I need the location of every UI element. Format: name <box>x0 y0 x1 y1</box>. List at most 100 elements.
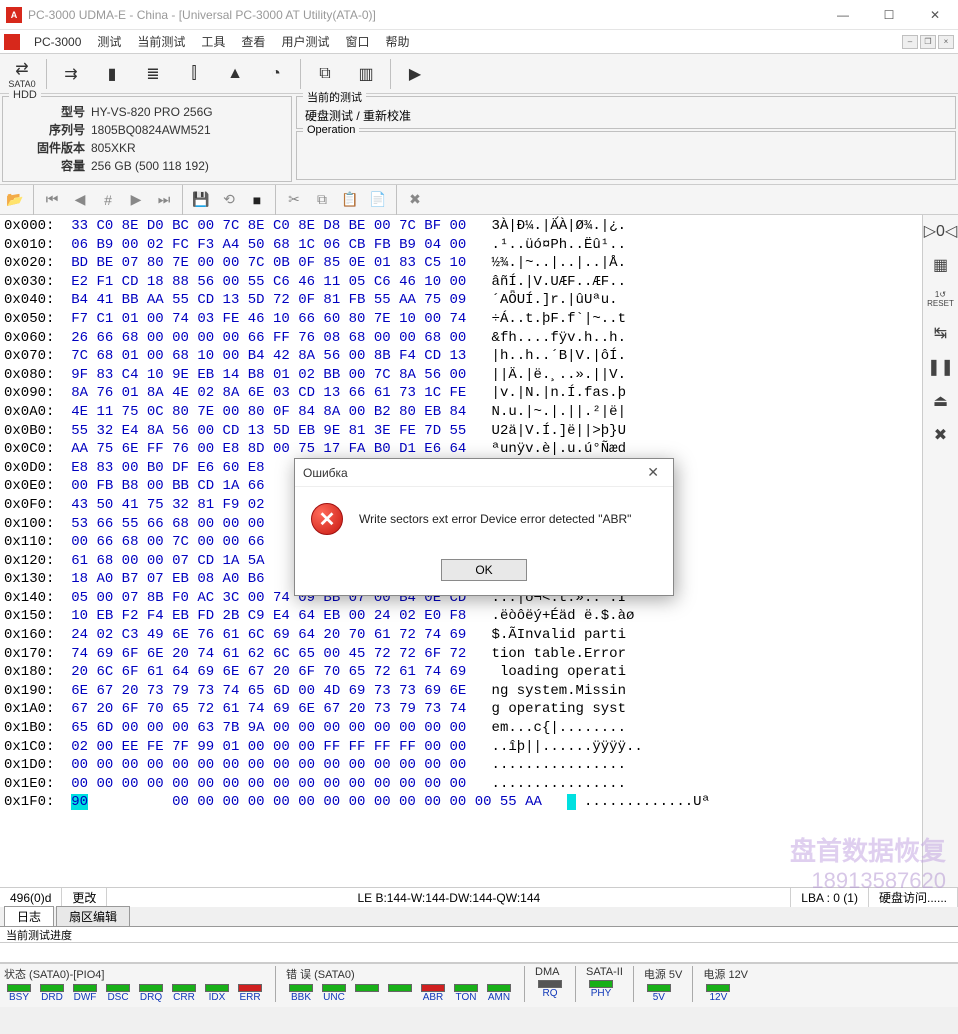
save-icon[interactable]: 💾 <box>188 187 214 213</box>
led-blank <box>385 984 415 1003</box>
led-BSY: BSY <box>4 984 34 1003</box>
hdd-serial: 1805BQ0824AWM521 <box>91 121 211 139</box>
current-test-value: 硬盘测试 / 重新校准 <box>305 101 947 124</box>
tool-icon-1[interactable]: ⇉ <box>51 56 91 92</box>
state-group: 状态 (SATA0)-[PIO4] BSYDRDDWFDSCDRQCRRIDXE… <box>4 966 265 1003</box>
sata-port-button[interactable]: ⇄SATA0 <box>2 56 42 92</box>
menu-tools[interactable]: 工具 <box>193 33 233 50</box>
progress-label: 当前测试进度 <box>0 927 958 943</box>
led-BBK: BBK <box>286 984 316 1003</box>
error-icon: ✕ <box>311 503 343 535</box>
stop-icon[interactable]: ■ <box>244 187 270 213</box>
mdi-restore[interactable]: ❐ <box>920 35 936 49</box>
led-12V: 12V <box>703 984 733 1003</box>
next-icon[interactable]: ▶ <box>123 187 149 213</box>
side-reset-icon[interactable]: 1↺RESET <box>927 287 955 311</box>
copy-icon[interactable]: ⧉ <box>305 56 345 92</box>
hex-status-bar: 496(0)d 更改 LE B:144-W:144-DW:144-QW:144 … <box>0 887 958 907</box>
status-offset: 496(0)d <box>0 888 62 907</box>
led-DRD: DRD <box>37 984 67 1003</box>
tab-sector-edit[interactable]: 扇区编辑 <box>56 906 130 926</box>
led-RQ: RQ <box>535 980 565 999</box>
current-test-box: 当前的测试 硬盘测试 / 重新校准 <box>296 96 956 129</box>
tools-icon[interactable]: ✖ <box>402 187 428 213</box>
side-skip-icon[interactable]: ▷0◁ <box>927 219 955 243</box>
last-icon[interactable]: ⏭ <box>151 187 177 213</box>
reload-icon[interactable]: ⟲ <box>216 187 242 213</box>
goto-icon[interactable]: # <box>95 187 121 213</box>
close-button[interactable]: ✕ <box>912 0 958 30</box>
chart-icon[interactable]: ⫿ <box>174 56 214 92</box>
ok-button[interactable]: OK <box>441 559 527 581</box>
hdd-capacity: 256 GB (500 118 192) <box>91 157 209 175</box>
prev-icon[interactable]: ◀ <box>67 187 93 213</box>
mdi-minimize[interactable]: – <box>902 35 918 49</box>
led-DRQ: DRQ <box>136 984 166 1003</box>
menu-help[interactable]: 帮助 <box>377 33 417 50</box>
open-icon[interactable]: 📂 <box>2 187 28 213</box>
bottom-tabs: 日志 扇区编辑 <box>0 907 958 927</box>
doc-icon[interactable]: 📄 <box>365 187 391 213</box>
power5v-group: 电源 5V 5V <box>644 966 683 1003</box>
error-group: 错 误 (SATA0) BBKUNCABRTONAMN <box>286 966 514 1003</box>
main-toolbar: ⇄SATA0 ⇉ ▮ ≣ ⫿ ▲ ◔ ⧉ ▥ ▶ <box>0 54 958 94</box>
menu-window[interactable]: 窗口 <box>337 33 377 50</box>
power12v-group: 电源 12V 12V <box>703 966 748 1003</box>
led-DWF: DWF <box>70 984 100 1003</box>
side-wrench-icon[interactable]: ✖ <box>927 423 955 447</box>
led-IDX: IDX <box>202 984 232 1003</box>
window-title: PC-3000 UDMA-E - China - [Universal PC-3… <box>28 8 820 22</box>
led-blank <box>352 984 382 1003</box>
hdd-firmware: 805XKR <box>91 139 136 157</box>
menu-user-test[interactable]: 用户测试 <box>273 33 337 50</box>
menubar: PC-3000 测试 当前测试 工具 查看 用户测试 窗口 帮助 – ❐ × <box>0 30 958 54</box>
side-ruler-icon[interactable]: ↹ <box>927 321 955 345</box>
sataii-group: SATA-II PHY <box>586 966 623 999</box>
led-PHY: PHY <box>586 980 616 999</box>
led-UNC: UNC <box>319 984 349 1003</box>
led-TON: TON <box>451 984 481 1003</box>
paste-icon[interactable]: 📋 <box>337 187 363 213</box>
side-eject-icon[interactable]: ⏏ <box>927 389 955 413</box>
operation-box: Operation <box>296 131 956 180</box>
hdd-info-box: HDD 型号HY-VS-820 PRO 256G 序列号1805BQ0824AW… <box>2 96 292 182</box>
led-AMN: AMN <box>484 984 514 1003</box>
copy2-icon[interactable]: ⧉ <box>309 187 335 213</box>
tab-log[interactable]: 日志 <box>4 906 54 926</box>
play-icon[interactable]: ▶ <box>395 56 435 92</box>
minimize-button[interactable]: — <box>820 0 866 30</box>
led-status-bar: 状态 (SATA0)-[PIO4] BSYDRDDWFDSCDRQCRRIDXE… <box>0 963 958 1007</box>
hex-toolbar: 📂 ⏮ ◀ # ▶ ⏭ 💾 ⟲ ■ ✂ ⧉ 📋 📄 ✖ <box>0 185 958 215</box>
status-access: 硬盘访问...... <box>869 888 958 907</box>
dialog-titlebar[interactable]: Ошибка ✕ <box>295 459 673 487</box>
app-icon-small <box>4 34 20 50</box>
barcode-icon[interactable]: ▥ <box>346 56 386 92</box>
side-chip-icon[interactable]: ▦ <box>927 253 955 277</box>
chip-icon[interactable]: ▮ <box>92 56 132 92</box>
menu-view[interactable]: 查看 <box>233 33 273 50</box>
led-ERR: ERR <box>235 984 265 1003</box>
compass-icon[interactable]: ▲ <box>215 56 255 92</box>
dialog-close-icon[interactable]: ✕ <box>641 464 665 481</box>
menu-app[interactable]: PC-3000 <box>26 35 89 49</box>
led-5V: 5V <box>644 984 674 1003</box>
mdi-close[interactable]: × <box>938 35 954 49</box>
menu-test[interactable]: 测试 <box>89 33 129 50</box>
db-icon[interactable]: ◔ <box>256 56 296 92</box>
menu-current-test[interactable]: 当前测试 <box>129 33 193 50</box>
hdd-model: HY-VS-820 PRO 256G <box>91 103 213 121</box>
led-ABR: ABR <box>418 984 448 1003</box>
dialog-message: Write sectors ext error Device error det… <box>359 512 631 526</box>
led-CRR: CRR <box>169 984 199 1003</box>
first-icon[interactable]: ⏮ <box>39 187 65 213</box>
dialog-title: Ошибка <box>303 466 348 480</box>
side-pause-icon[interactable]: ❚❚ <box>927 355 955 379</box>
info-panel: HDD 型号HY-VS-820 PRO 256G 序列号1805BQ0824AW… <box>0 94 958 185</box>
app-icon: A <box>6 7 22 23</box>
cut-icon[interactable]: ✂ <box>281 187 307 213</box>
led-DSC: DSC <box>103 984 133 1003</box>
list-icon[interactable]: ≣ <box>133 56 173 92</box>
maximize-button[interactable]: ☐ <box>866 0 912 30</box>
status-le: LE B:144-W:144-DW:144-QW:144 <box>107 888 791 907</box>
hdd-legend: HDD <box>9 89 41 101</box>
